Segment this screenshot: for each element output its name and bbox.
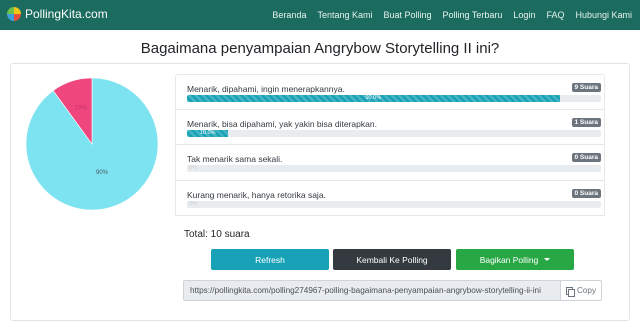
nav-buat-polling[interactable]: Buat Polling (384, 10, 432, 20)
back-to-poll-button[interactable]: Kembali Ke Polling (333, 249, 451, 270)
vote-count-badge: 0 Suara (571, 188, 601, 198)
pie-chart-svg: 90% 10% (25, 77, 159, 211)
copy-icon (565, 286, 575, 297)
progress-track: 0% (187, 200, 601, 208)
poll-results-card: 90% 10% Menarik, dipahami, ingin menerapk… (10, 63, 630, 321)
brand-name: PollingKita.com (25, 7, 108, 21)
nav-login[interactable]: Login (513, 10, 535, 20)
nav-hubungi-kami[interactable]: Hubungi Kami (575, 10, 632, 20)
option-label: Kurang menarik, hanya retorika saja. (187, 189, 326, 200)
nav-faq[interactable]: FAQ (546, 10, 564, 20)
refresh-button[interactable]: Refresh (211, 249, 329, 270)
nav-beranda[interactable]: Beranda (272, 10, 306, 20)
nav-menu: Beranda Tentang Kami Buat Polling Pollin… (261, 0, 632, 30)
refresh-button-label: Refresh (255, 254, 285, 265)
pie-logo-icon (7, 7, 21, 21)
back-button-label: Kembali Ke Polling (356, 254, 428, 265)
progress-track: 0% (187, 165, 601, 172)
share-button-label: Bagikan Polling (479, 254, 539, 265)
share-poll-button[interactable]: Bagikan Polling (456, 249, 574, 270)
vote-count-badge: 9 Suara (571, 83, 601, 92)
poll-url-field[interactable]: https://pollingkita.com/polling274967-po… (183, 280, 561, 301)
result-option: Kurang menarik, hanya retorika saja. 0 S… (175, 180, 605, 216)
progress-bar: 90.0% (187, 95, 560, 102)
option-label: Menarik, dipahami, ingin menerapkannya. (187, 84, 345, 94)
progress-bar: 10.0% (187, 129, 229, 137)
vote-count-badge: 0 Suara (571, 153, 601, 162)
total-votes: Total: 10 suara (184, 229, 250, 240)
progress-track: 90.0% (187, 95, 601, 102)
nav-polling-terbaru[interactable]: Polling Terbaru (443, 10, 503, 20)
result-option: Tak menarik sama sekali. 0 Suara 0% (175, 145, 605, 181)
brand-link[interactable]: PollingKita.com (7, 7, 108, 21)
poll-title: Bagaimana penyampaian Angrybow Storytell… (140, 40, 500, 57)
pie-slice-label: 10% (75, 105, 88, 111)
pie-slice-label: 90% (96, 170, 109, 176)
copy-button-label: Copy (576, 286, 597, 295)
option-label: Tak menarik sama sekali. (187, 154, 283, 164)
result-option: Menarik, bisa dipahami, yak yakin bisa d… (175, 109, 605, 145)
result-option: Menarik, dipahami, ingin menerapkannya. … (175, 74, 605, 110)
navbar: PollingKita.com Beranda Tentang Kami Bua… (0, 0, 640, 30)
nav-tentang-kami[interactable]: Tentang Kami (317, 10, 372, 20)
progress-percent: 0% (189, 165, 197, 171)
progress-percent: 0% (189, 200, 197, 207)
results-list: Menarik, dipahami, ingin menerapkannya. … (175, 74, 605, 216)
pie-chart: 90% 10% (25, 77, 159, 211)
vote-count-badge: 1 Suara (571, 117, 601, 127)
progress-track: 10.0% (187, 129, 601, 137)
copy-button[interactable]: Copy (560, 280, 602, 301)
option-label: Menarik, bisa dipahami, yak yakin bisa d… (187, 118, 377, 129)
caret-down-icon (544, 258, 551, 261)
